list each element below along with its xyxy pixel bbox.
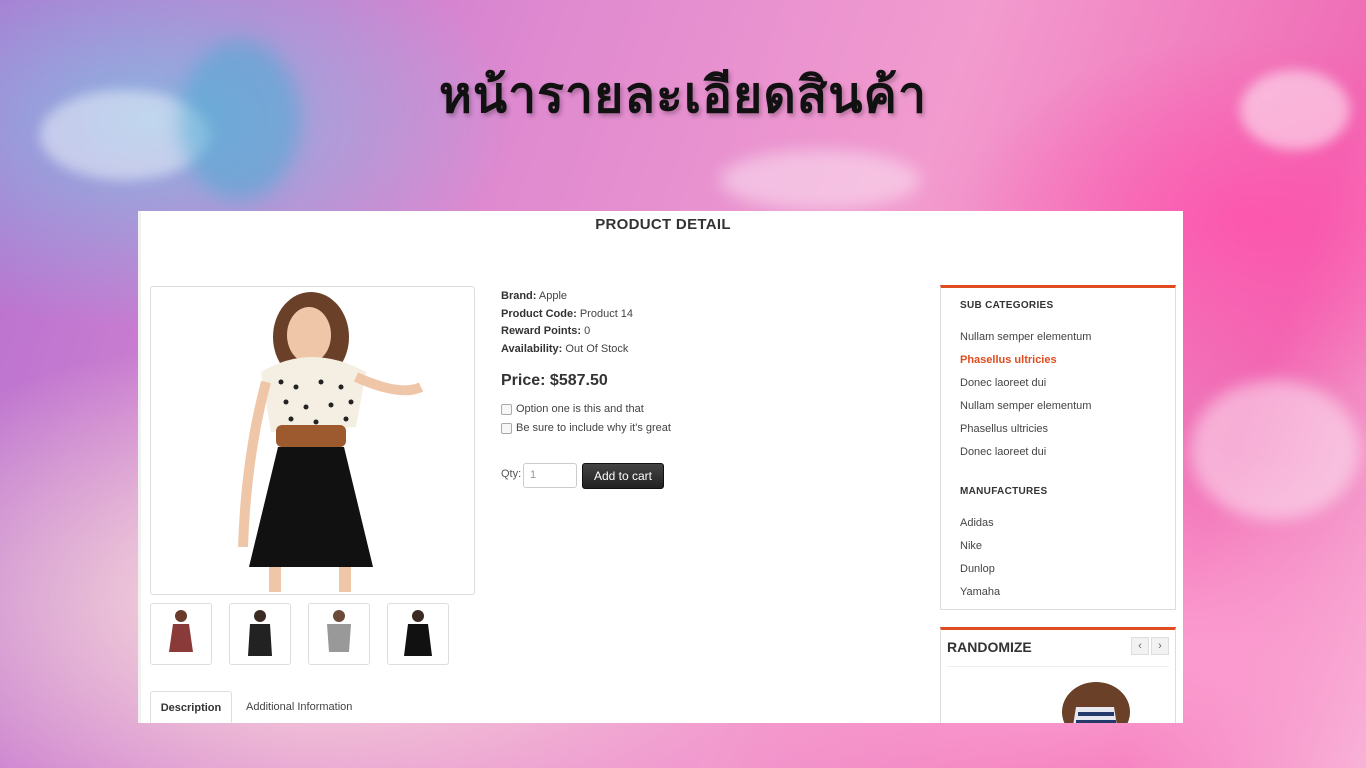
thumbnail-image — [327, 610, 351, 652]
manufacturer-link[interactable]: Dunlop — [960, 563, 995, 575]
code-label: Product Code: — [501, 307, 577, 320]
sub-category-link[interactable]: Donec laoreet dui — [960, 446, 1046, 458]
randomize-panel: RANDOMIZE ‹ › — [940, 627, 1176, 723]
manufacturer-link[interactable]: Nike — [960, 540, 982, 552]
manufacturer-link[interactable]: Yamaha — [960, 586, 1000, 598]
option-checkbox[interactable]: Be sure to include why it's great — [501, 422, 671, 434]
tab-description[interactable]: Description — [150, 691, 232, 723]
manufacturer-link[interactable]: Adidas — [960, 517, 994, 529]
paint-splash — [1190, 380, 1360, 520]
page-border — [138, 211, 141, 723]
brand-value: Apple — [538, 290, 568, 302]
sub-category-link[interactable]: Phasellus ultricies — [960, 423, 1048, 435]
brand-label: Brand: — [501, 290, 537, 302]
page-title: PRODUCT DETAIL — [595, 216, 731, 233]
brand-row: Brand: Apple — [501, 288, 633, 306]
slide-title: หน้ารายละเอียดสินค้า — [438, 66, 928, 124]
availability-value: Out Of Stock — [565, 342, 629, 355]
product-info: Brand: Apple Product Code: Product 14 Re… — [501, 288, 633, 358]
random-product-image[interactable] — [1056, 682, 1136, 723]
thumbnail-image — [404, 610, 432, 656]
next-arrow-icon[interactable]: › — [1151, 637, 1169, 655]
checkbox[interactable] — [501, 422, 512, 434]
sub-category-link[interactable]: Nullam semper elementum — [960, 400, 1091, 412]
reward-row: Reward Points: 0 — [501, 323, 633, 341]
qty-label: Qty: — [501, 468, 522, 480]
thumbnail-image — [248, 610, 272, 656]
randomize-heading: RANDOMIZE — [947, 639, 1032, 655]
product-page-screenshot: PRODUCT DETAIL Brand: Apple Product Code… — [138, 211, 1183, 723]
sub-categories-heading: SUB CATEGORIES — [960, 300, 1054, 311]
availability-row: Availability: Out Of Stock — [501, 341, 633, 359]
sub-category-link[interactable]: Phasellus ultricies — [960, 354, 1057, 366]
option-label: Be sure to include why it's great — [516, 422, 671, 434]
dress-model-image — [238, 292, 424, 592]
divider — [947, 666, 1169, 667]
sub-category-link[interactable]: Nullam semper elementum — [960, 331, 1091, 343]
code-value: Product 14 — [579, 307, 634, 320]
option-label: Option one is this and that — [516, 403, 644, 415]
categories-panel: SUB CATEGORIES Nullam semper elementum P… — [940, 285, 1176, 610]
code-row: Product Code: Product 14 — [501, 306, 633, 324]
checkbox[interactable] — [501, 403, 512, 415]
product-thumbnail[interactable] — [387, 603, 449, 665]
reward-value: 0 — [584, 325, 591, 337]
add-to-cart-button[interactable]: Add to cart — [582, 463, 664, 489]
main-product-image[interactable] — [150, 286, 475, 595]
reward-label: Reward Points: — [501, 325, 582, 337]
qty-input[interactable]: 1 — [523, 463, 577, 488]
product-price: Price: $587.50 — [501, 372, 608, 389]
sub-category-link[interactable]: Donec laoreet dui — [960, 377, 1046, 389]
option-checkbox[interactable]: Option one is this and that — [501, 403, 644, 415]
availability-label: Availability: — [501, 342, 563, 355]
thumbnail-image — [169, 610, 193, 652]
product-thumbnail[interactable] — [229, 603, 291, 665]
manufactures-heading: MANUFACTURES — [960, 486, 1048, 497]
tab-additional-information[interactable]: Additional Information — [246, 691, 352, 723]
prev-arrow-icon[interactable]: ‹ — [1131, 637, 1149, 655]
product-tabs: Description Additional Information — [150, 691, 930, 723]
product-thumbnail[interactable] — [150, 603, 212, 665]
paint-splash — [720, 150, 920, 210]
product-thumbnail[interactable] — [308, 603, 370, 665]
